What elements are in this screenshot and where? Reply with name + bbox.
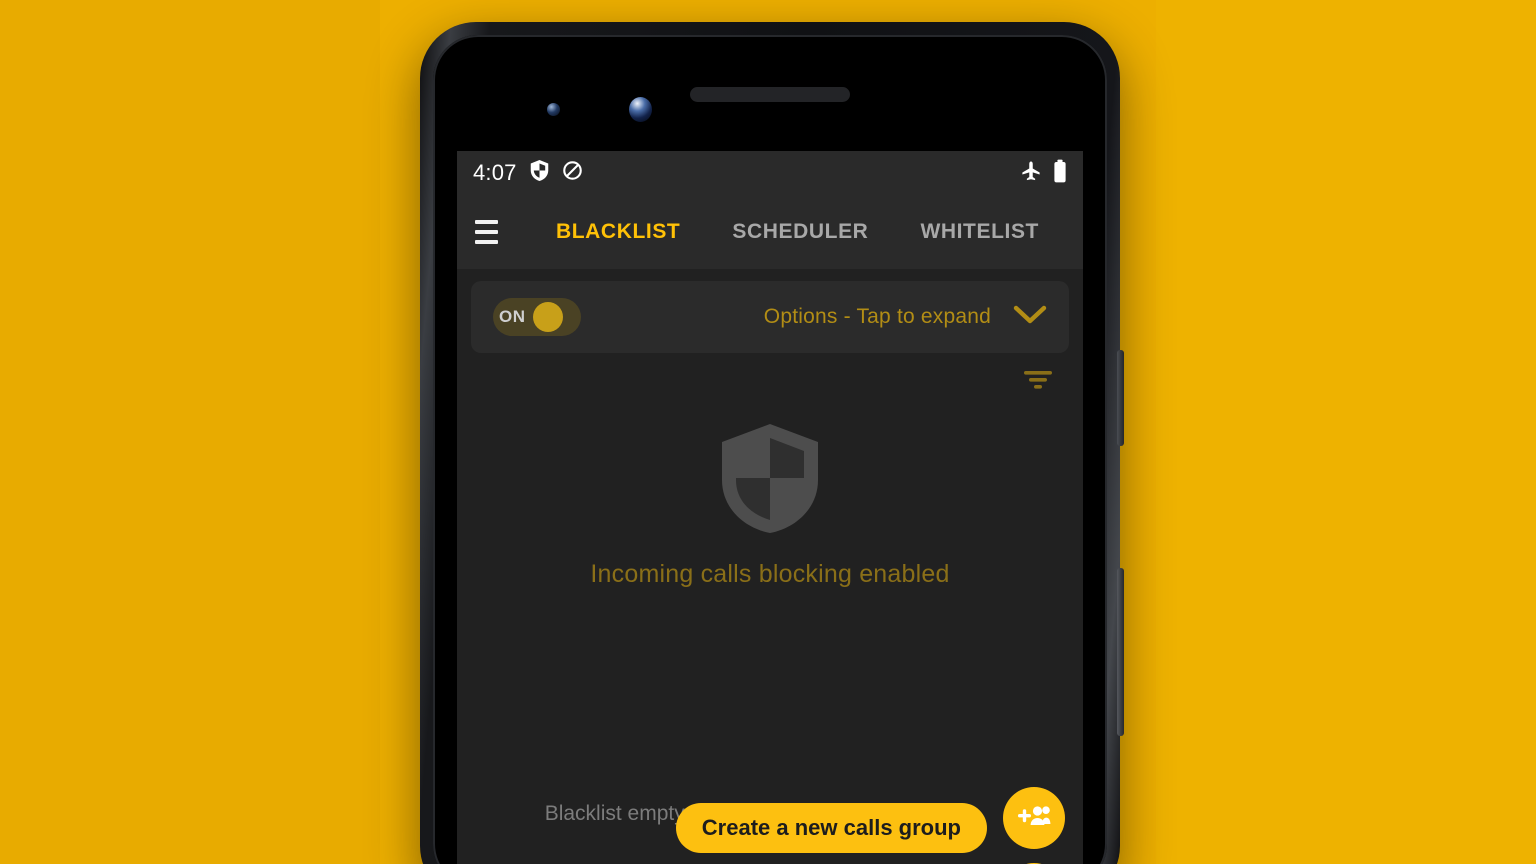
options-expand-area[interactable]: Options - Tap to expand: [764, 304, 1047, 331]
volume-rocker-button[interactable]: [1117, 568, 1124, 736]
app-screen: 4:07 BLACKLIST SCHEDULER WHITELIST ON Op…: [457, 151, 1083, 864]
power-button[interactable]: [1117, 350, 1124, 446]
front-camera-icon: [629, 97, 652, 122]
toggle-state-label: ON: [499, 307, 526, 326]
phone-bezel: 4:07 BLACKLIST SCHEDULER WHITELIST ON Op…: [433, 35, 1107, 864]
tab-whitelist[interactable]: WHITELIST: [894, 220, 1065, 244]
earpiece-speaker: [690, 87, 850, 102]
tab-blacklist[interactable]: BLACKLIST: [530, 220, 706, 244]
empty-state-title: Incoming calls blocking enabled: [590, 560, 950, 588]
status-bar: 4:07: [457, 151, 1083, 195]
add-group-fab[interactable]: [1003, 787, 1065, 849]
hamburger-menu-icon[interactable]: [475, 220, 498, 244]
hamburger-line: [475, 240, 498, 244]
app-bar: BLACKLIST SCHEDULER WHITELIST: [457, 195, 1083, 269]
filter-icon[interactable]: [1021, 367, 1055, 396]
create-calls-group-button[interactable]: Create a new calls group: [675, 803, 987, 853]
hamburger-line: [475, 230, 498, 234]
empty-state: Incoming calls blocking enabled: [457, 420, 1083, 589]
toggle-knob[interactable]: [532, 302, 563, 332]
tab-bar: BLACKLIST SCHEDULER WHITELIST: [530, 220, 1065, 244]
hamburger-line: [475, 220, 498, 224]
options-expand-label: Options - Tap to expand: [763, 305, 991, 328]
shield-icon: [716, 420, 824, 536]
add-group-icon: [1017, 803, 1051, 834]
front-sensor-camera-icon: [547, 103, 560, 116]
filter-row: [457, 353, 1083, 396]
backdrop-band-right: [1156, 0, 1536, 864]
status-time: 4:07: [473, 160, 517, 185]
tab-scheduler[interactable]: SCHEDULER: [706, 220, 894, 244]
shield-icon: [529, 159, 550, 187]
backdrop-band-left: [0, 0, 380, 864]
fab-column: [1003, 787, 1065, 864]
block-circle-icon: [562, 160, 583, 186]
status-bar-right: [1020, 159, 1067, 188]
blocking-toggle[interactable]: ON: [493, 298, 581, 336]
chevron-down-icon[interactable]: [1013, 304, 1047, 331]
phone-device: 4:07 BLACKLIST SCHEDULER WHITELIST ON Op…: [420, 22, 1124, 864]
battery-full-icon: [1053, 159, 1067, 188]
options-card[interactable]: ON Options - Tap to expand: [471, 281, 1069, 353]
airplane-mode-icon: [1020, 160, 1042, 187]
action-pill-column: Create a new calls group: [675, 803, 987, 864]
status-bar-left: 4:07: [473, 159, 583, 187]
